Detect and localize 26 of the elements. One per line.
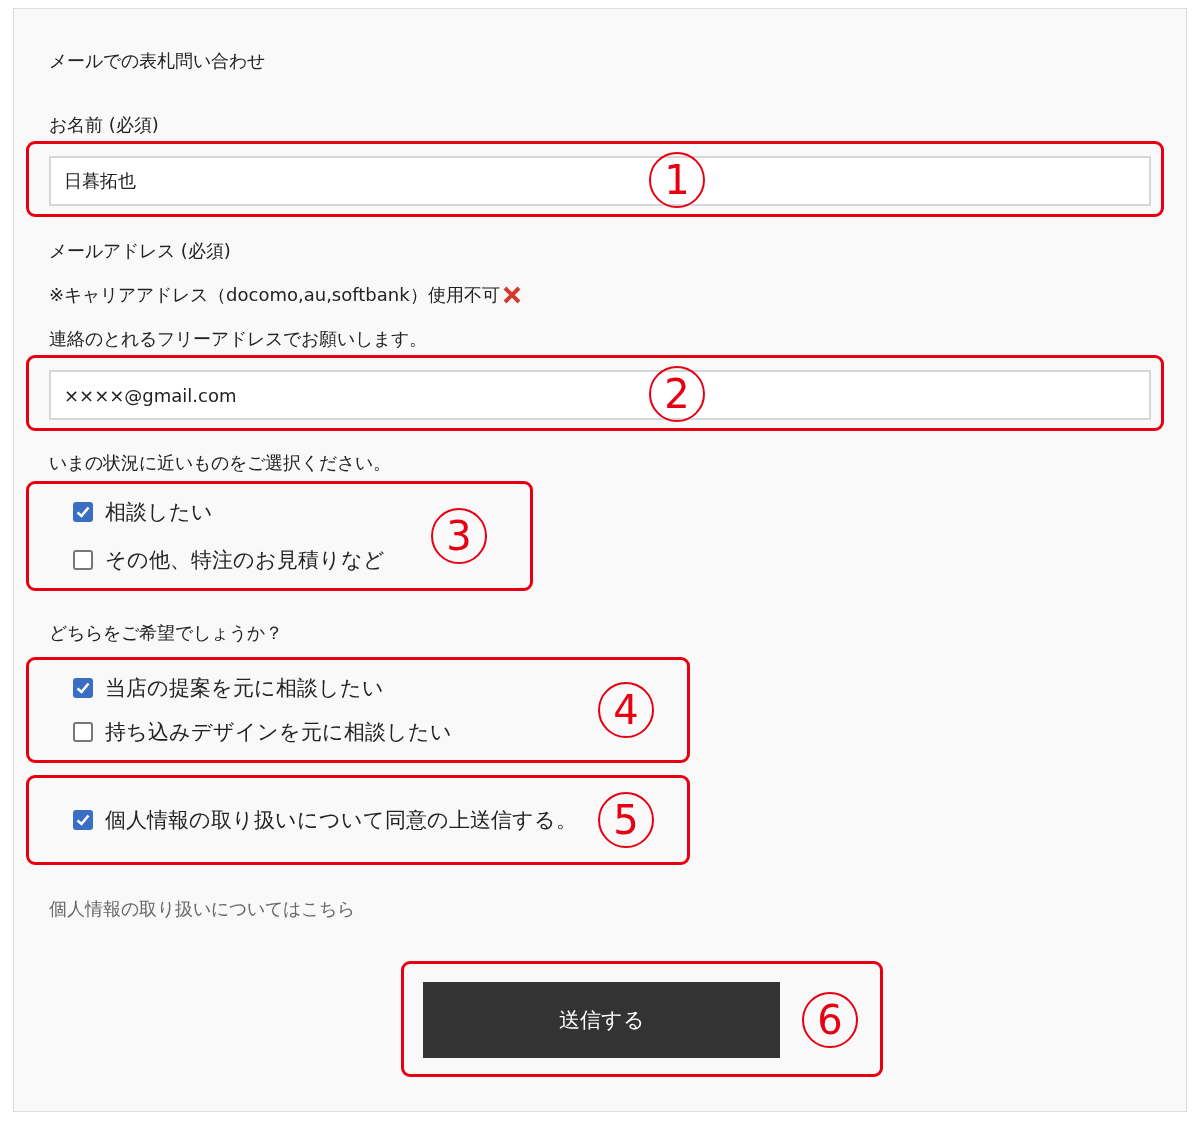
field-label: お名前 (必須) <box>49 113 160 137</box>
note-text: ※キャリアアドレス（docomo,au,softbank）使用不可 <box>49 283 500 307</box>
checkbox-label: 持ち込みデザインを元に相談したい <box>105 719 452 746</box>
field-label: メールアドレス (必須) <box>49 239 232 263</box>
checkbox-label: 個人情報の取り扱いについて同意の上送信する。 <box>105 807 577 834</box>
form-title: メールでの表札問い合わせ <box>49 49 266 73</box>
checkbox-label: 当店の提案を元に相談したい <box>105 675 384 702</box>
annotation-number: 2 <box>649 366 705 422</box>
annotation-number: 5 <box>598 792 654 848</box>
annotation-number: 4 <box>598 682 654 738</box>
submit-button[interactable]: 送信する <box>423 982 780 1058</box>
annotation-number: 3 <box>431 508 487 564</box>
privacy-link[interactable]: 個人情報の取り扱いについてはこちら <box>49 897 355 921</box>
annotation-number: 1 <box>649 152 705 208</box>
checkbox[interactable] <box>73 678 93 698</box>
question-text: いまの状況に近いものをご選択ください。 <box>49 451 392 475</box>
checkbox[interactable] <box>73 722 93 742</box>
annotation-number: 6 <box>802 992 858 1048</box>
note-text: 連絡のとれるフリーアドレスでお願いします。 <box>49 327 427 351</box>
checkbox-label: 相談したい <box>105 499 213 526</box>
checkbox[interactable] <box>73 810 93 830</box>
cross-icon <box>501 285 522 305</box>
question-text: どちらをご希望でしょうか？ <box>49 621 284 645</box>
checkbox[interactable] <box>73 550 93 570</box>
checkbox-label: その他、特注のお見積りなど <box>105 547 385 574</box>
checkbox[interactable] <box>73 502 93 522</box>
